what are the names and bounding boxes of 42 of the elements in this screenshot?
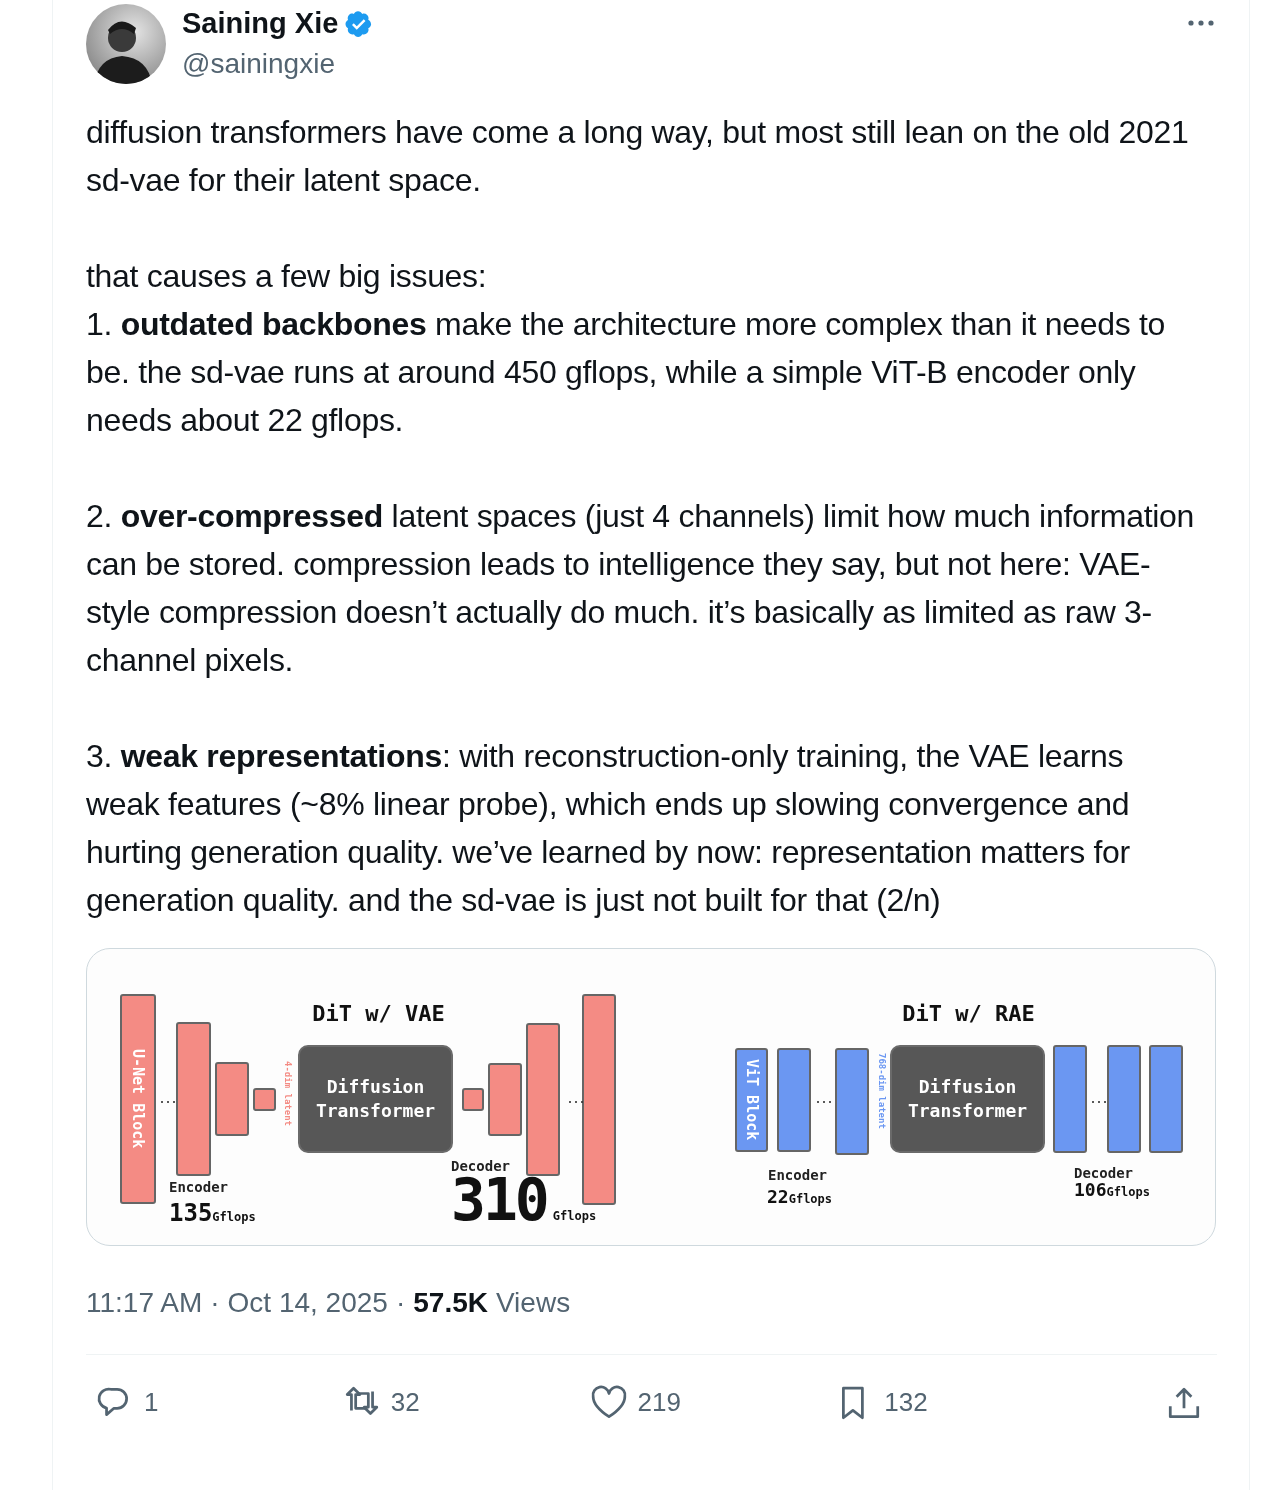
layer-bar <box>253 1088 276 1111</box>
tweet-text: 3. weak representations: with reconstruction-only training, the VAE learns weak features (~8% linear probe), which ends up slowing convergence and hurting generation quality. we’ve learned by now: representation matters for generation quality. and the sd-vae is just not built for that (2/n) <box>86 737 1131 920</box>
tweet-text: diffusion transformers have come a long way, but most still lean on the old 2021 sd-vae for their latent space. <box>86 113 1190 200</box>
tweet-date[interactable]: Oct 14, 2025 <box>227 1282 388 1324</box>
separator-dot: · <box>395 1286 406 1320</box>
action-count: 1 <box>144 1386 159 1419</box>
flops-unit: Gflops <box>552 1208 597 1225</box>
flops-value: 22 <box>767 1185 789 1209</box>
action-count: 32 <box>390 1386 420 1419</box>
tweet-time[interactable]: 11:17 AM <box>86 1282 203 1324</box>
views-label: Views <box>495 1286 571 1320</box>
ellipsis-text: ... <box>815 1093 834 1107</box>
tweet-text: that causes a few big issues: <box>86 257 488 296</box>
diagram-title: DiT w/ VAE <box>311 1000 446 1028</box>
flops-unit: Gflops <box>1106 1185 1150 1201</box>
block-bar: ViT Block <box>735 1048 768 1152</box>
separator-dot: · <box>210 1286 220 1320</box>
action-count: 132 <box>884 1386 928 1419</box>
tweet-text: 2. over-compressed latent spaces (just 4 channels) limit how much information can be stored. compression leads to intelligence they say, but not here: VAE-style compression doesn’t actually do much. it’s basically as limited as raw 3-channel pixels. <box>86 497 1196 680</box>
layer-bar <box>462 1088 484 1111</box>
block-bar: U-Net Block <box>120 994 156 1204</box>
tweet-text: 1. outdated backbones make the architecture more complex than it needs to be. the sd-vae runs at around 450 gflops, while a simple ViT-B encoder only needs about 22 gflops. <box>86 305 1166 440</box>
ellipsis-text: ... <box>1090 1093 1109 1107</box>
author-name[interactable]: Saining Xie <box>182 2 339 46</box>
encoder-label: Encoder <box>169 1178 228 1197</box>
flops-value: 106 <box>1074 1181 1107 1199</box>
author-handle[interactable]: @sainingxie <box>182 44 375 84</box>
latent-label: 768-dim latent <box>875 1053 888 1129</box>
diagram-title: DiT w/ RAE <box>901 1000 1036 1028</box>
flops-unit: Gflops <box>212 1209 256 1226</box>
ellipsis-text: ... <box>159 1093 178 1107</box>
latent-label: 4-dim latent <box>281 1061 294 1127</box>
flops-unit: Gflops <box>788 1192 833 1208</box>
action-count: 219 <box>637 1386 681 1419</box>
flops-value: 135 <box>169 1198 213 1229</box>
view-count: 57.5K <box>413 1286 488 1320</box>
transformer-block: Diffusion Transformer <box>890 1045 1045 1153</box>
transformer-block: Diffusion Transformer <box>298 1045 453 1153</box>
encoder-label: Encoder <box>768 1166 827 1185</box>
decoder-label: Decoder <box>1074 1164 1133 1183</box>
heart-icon[interactable] <box>589 1384 628 1421</box>
ellipsis-text: ... <box>567 1093 586 1107</box>
